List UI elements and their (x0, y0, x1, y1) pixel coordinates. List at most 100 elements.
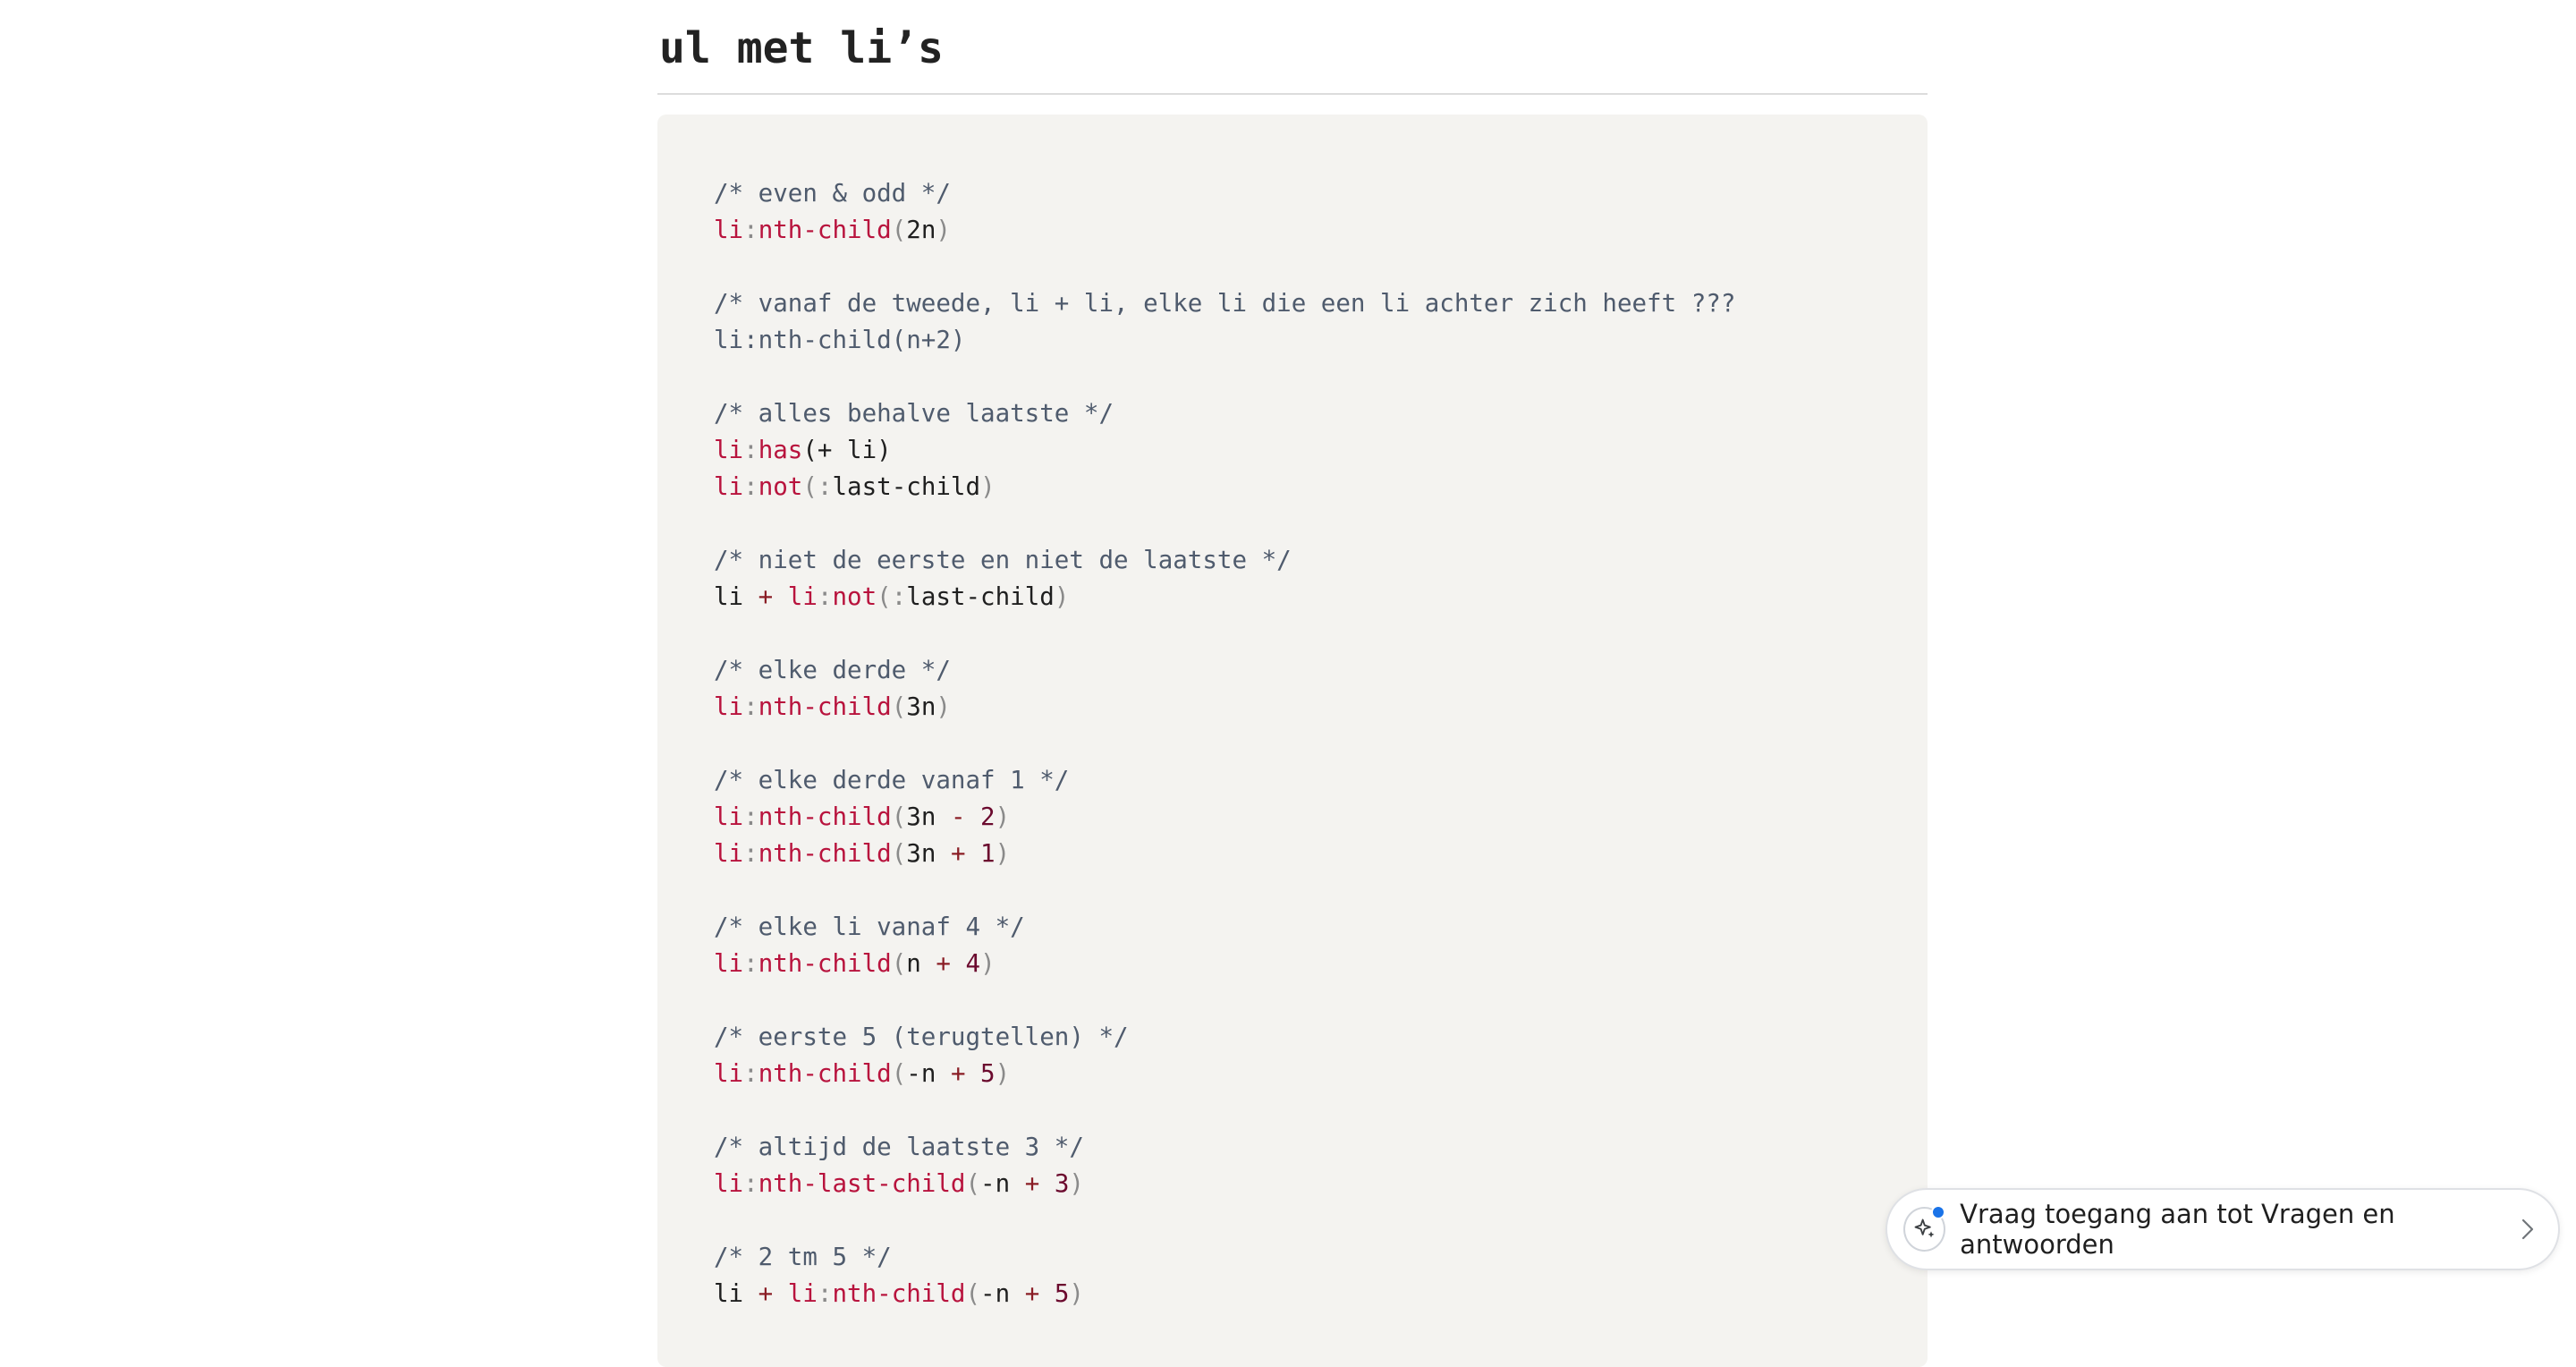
code-line: li:nth-child(3n - 2) (714, 799, 1928, 836)
code-token: : (891, 582, 907, 611)
notification-dot (1931, 1205, 1946, 1219)
code-token: - (950, 802, 966, 831)
code-token: 3n (906, 802, 951, 831)
code-token: ) (980, 949, 996, 978)
code-token: : (743, 472, 758, 501)
code-token: li (714, 436, 744, 464)
code-line: li + li:nth-child(-n + 5) (714, 1276, 1928, 1312)
code-token: nth-child (758, 216, 892, 244)
code-line: li:has(+ li) (714, 432, 1928, 469)
code-line: li:nth-child(2n) (714, 212, 1928, 249)
code-token: ( (891, 1059, 907, 1088)
code-token: : (817, 472, 833, 501)
code-token: not (758, 472, 803, 501)
code-block: /* even & odd */li:nth-child(2n)/* vanaf… (657, 115, 1928, 1367)
code-token: last-child (832, 472, 981, 501)
code-token: ) (980, 472, 996, 501)
code-line: /* altijd de laatste 3 */ (714, 1129, 1928, 1166)
code-line: /* alles behalve laatste */ (714, 395, 1928, 432)
code-token: : (743, 216, 758, 244)
code-token: ( (965, 1169, 981, 1198)
code-token: 3n (906, 692, 936, 721)
code-token: /* elke derde */ (714, 656, 951, 684)
code-token: ) (995, 1059, 1011, 1088)
code-token: /* altijd de laatste 3 */ (714, 1133, 1084, 1161)
code-token: -n (906, 1059, 951, 1088)
code-token: 3n (906, 839, 951, 868)
code-token: nth-last-child (758, 1169, 966, 1198)
code-line: li:nth-child(3n) (714, 689, 1928, 726)
code-token: li (714, 582, 758, 611)
code-token: last-child (906, 582, 1055, 611)
code-token: 3 (1039, 1169, 1070, 1198)
code-token: ( (877, 582, 892, 611)
code-token: 2 (965, 802, 996, 831)
code-line: li:nth-last-child(-n + 3) (714, 1166, 1928, 1202)
code-token: li (714, 949, 744, 978)
code-token: /* elke derde vanaf 1 */ (714, 766, 1070, 794)
code-token: + (1024, 1169, 1040, 1198)
code-token: /* niet de eerste en niet de laatste */ (714, 546, 1292, 574)
code-token: 5 (1039, 1279, 1070, 1308)
code-token: li (714, 1279, 758, 1308)
code-token: ( (891, 802, 907, 831)
code-token: nth-child (758, 692, 892, 721)
code-token: : (743, 949, 758, 978)
request-access-toast[interactable]: Vraag toegang aan tot Vragen en antwoord… (1885, 1188, 2560, 1270)
chevron-right-icon (2521, 1218, 2535, 1241)
code-token: + (1024, 1279, 1040, 1308)
code-token: + (950, 839, 966, 868)
code-token: li (714, 216, 744, 244)
code-token: : (743, 839, 758, 868)
code-token: li (714, 839, 744, 868)
code-token: 4 (950, 949, 981, 978)
code-token: : (743, 1059, 758, 1088)
code-token: li (714, 802, 744, 831)
code-token: /* elke li vanaf 4 */ (714, 913, 1025, 941)
code-line: li + li:not(:last-child) (714, 579, 1928, 616)
code-text: /* even & odd */li:nth-child(2n)/* vanaf… (714, 175, 1928, 1312)
code-token: li (714, 472, 744, 501)
code-line: li:nth-child(3n + 1) (714, 836, 1928, 872)
code-token: li (773, 582, 818, 611)
code-token: ) (936, 216, 951, 244)
article-content: ul met li’s /* even & odd */li:nth-child… (657, 0, 1928, 1367)
sparkle-icon (1903, 1205, 1946, 1252)
code-token: 1 (965, 839, 996, 868)
code-token: /* eerste 5 (terugtellen) */ (714, 1023, 1129, 1051)
code-token: : (743, 802, 758, 831)
code-token: li (773, 1279, 818, 1308)
code-line: li:nth-child(n + 4) (714, 946, 1928, 982)
code-token: ) (995, 839, 1011, 868)
code-token: : (817, 582, 833, 611)
code-token: ) (1069, 1169, 1084, 1198)
code-token: has (758, 436, 803, 464)
code-token: nth-child (758, 802, 892, 831)
code-token: ) (936, 692, 951, 721)
code-line: /* niet de eerste en niet de laatste */ (714, 542, 1928, 579)
code-token: ) (995, 802, 1011, 831)
code-token: li (714, 1059, 744, 1088)
code-token: : (743, 692, 758, 721)
code-token: li (714, 692, 744, 721)
code-token: ( (891, 692, 907, 721)
code-line: li:nth-child(-n + 5) (714, 1056, 1928, 1092)
code-line: /* vanaf de tweede, li + li, elke li die… (714, 285, 1928, 322)
code-token: ( (891, 949, 907, 978)
code-token: 5 (965, 1059, 996, 1088)
code-token: nth-child (832, 1279, 966, 1308)
code-token: + (950, 1059, 966, 1088)
code-line: /* eerste 5 (terugtellen) */ (714, 1019, 1928, 1056)
code-token: + (758, 1279, 774, 1308)
code-token: ( (802, 472, 818, 501)
code-token: + (758, 582, 774, 611)
code-token: ( (965, 1279, 981, 1308)
code-line: /* elke derde vanaf 1 */ (714, 762, 1928, 799)
